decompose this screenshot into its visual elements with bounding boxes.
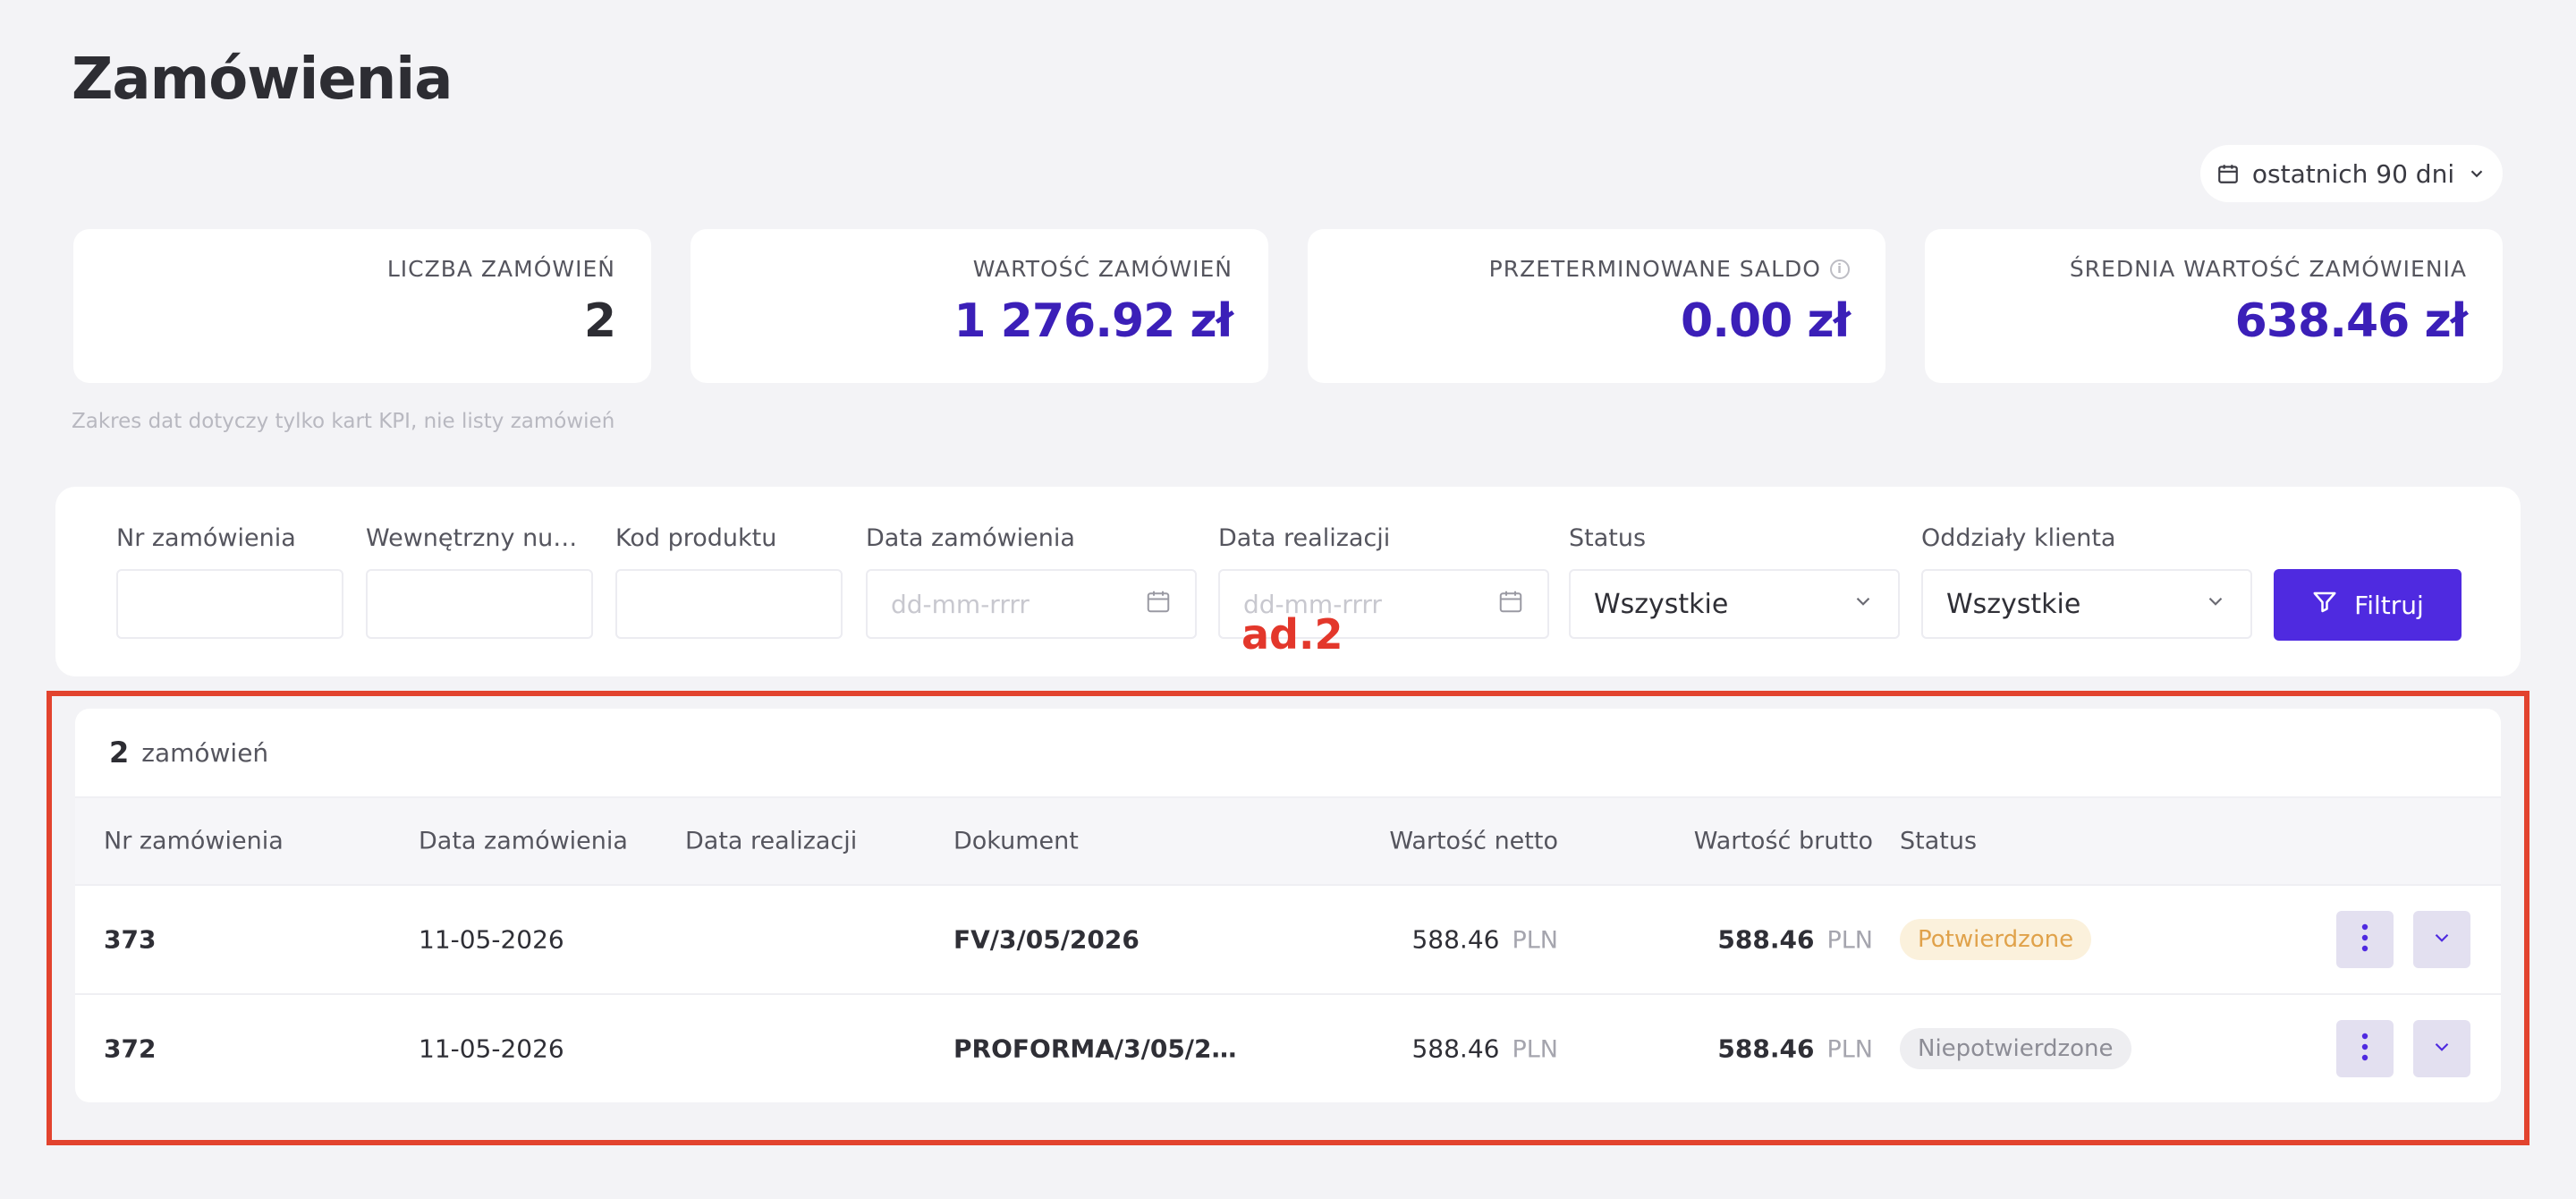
filter-label-status: Status [1569, 524, 1647, 552]
filter-label-product-code: Kod produktu [615, 524, 777, 552]
gross-value: 588.46 PLN [1717, 924, 1873, 955]
funnel-icon [2311, 589, 2338, 622]
order-number: 373 [104, 924, 157, 955]
order-date: 11-05-2026 [419, 1033, 564, 1064]
order-date-placeholder: dd-mm-rrrr [891, 589, 1030, 619]
kpi-value: 1 276.92 zł [953, 294, 1233, 348]
status-select-value: Wszystkie [1594, 588, 1729, 620]
kpi-card-average-order-value: ŚREDNIA WARTOŚĆ ZAMÓWIENIA 638.46 zł [1925, 229, 2503, 383]
kpi-card-overdue-balance: PRZETERMINOWANE SALDO i 0.00 zł [1308, 229, 1885, 383]
kebab-menu-icon [2360, 923, 2369, 957]
column-header-order-no[interactable]: Nr zamówienia [104, 828, 284, 855]
filter-label-order-no: Nr zamówienia [116, 524, 296, 552]
chevron-down-icon [1852, 590, 1875, 619]
kebab-menu-icon [2360, 1032, 2369, 1066]
kpi-value: 0.00 zł [1681, 294, 1851, 348]
branches-select-value: Wszystkie [1946, 588, 2081, 620]
chevron-down-icon [2430, 926, 2453, 953]
kpi-note: Zakres dat dotyczy tylko kart KPI, nie l… [72, 410, 615, 433]
column-header-net-value[interactable]: Wartość netto [1389, 828, 1558, 855]
product-code-input[interactable] [615, 569, 843, 639]
filter-label-branches: Oddziały klienta [1921, 524, 2116, 552]
kpi-card-order-count: LICZBA ZAMÓWIEŃ 2 [73, 229, 651, 383]
table-header: Nr zamówienia Data zamówienia Data reali… [75, 796, 2501, 884]
calendar-icon[interactable] [1497, 588, 1524, 621]
date-range-selector[interactable]: ostatnich 90 dni [2200, 145, 2503, 202]
page-title: Zamówienia [72, 47, 453, 113]
table-row[interactable]: 373 11-05-2026 FV/3/05/2026 588.46 PLN 58… [75, 884, 2501, 993]
annotation-label: ad.2 [1241, 610, 1343, 659]
filter-label-internal-no: Wewnętrzny num… [366, 524, 593, 552]
status-badge: Niepotwierdzone [1900, 1028, 2131, 1069]
order-number: 372 [104, 1033, 157, 1064]
document-link[interactable]: FV/3/05/2026 [953, 925, 1140, 955]
chevron-down-icon [2430, 1035, 2453, 1062]
more-actions-button[interactable] [2336, 911, 2394, 968]
kpi-value: 638.46 zł [2234, 294, 2468, 348]
column-header-order-date[interactable]: Data zamówienia [419, 828, 628, 855]
net-value: 588.46 PLN [1411, 924, 1558, 955]
expand-row-button[interactable] [2413, 1020, 2470, 1077]
filter-label-order-date: Data zamówienia [866, 524, 1075, 552]
gross-value: 588.46 PLN [1717, 1033, 1873, 1064]
branches-select[interactable]: Wszystkie [1921, 569, 2252, 639]
orders-count: 2 zamówień [75, 709, 2501, 796]
calendar-icon [2216, 162, 2240, 185]
kpi-value: 2 [583, 294, 616, 348]
order-date-input[interactable]: dd-mm-rrrr [866, 569, 1197, 639]
filter-button[interactable]: Filtruj [2274, 569, 2462, 641]
kpi-card-order-value: WARTOŚĆ ZAMÓWIEŃ 1 276.92 zł [691, 229, 1268, 383]
calendar-icon[interactable] [1145, 588, 1172, 621]
kpi-label: WARTOŚĆ ZAMÓWIEŃ [972, 256, 1233, 282]
status-select[interactable]: Wszystkie [1569, 569, 1900, 639]
chevron-down-icon [2204, 590, 2227, 619]
document-link[interactable]: PROFORMA/3/05/2… [953, 1034, 1237, 1064]
column-header-realization-date[interactable]: Data realizacji [685, 828, 857, 855]
kpi-label: LICZBA ZAMÓWIEŃ [386, 256, 615, 282]
date-range-label: ostatnich 90 dni [2251, 158, 2455, 189]
orders-count-number: 2 [109, 736, 130, 770]
table-row[interactable]: 372 11-05-2026 PROFORMA/3/05/2… 588.46 PL… [75, 993, 2501, 1102]
column-header-document[interactable]: Dokument [953, 828, 1079, 855]
orders-list: 2 zamówień Nr zamówienia Data zamówienia… [75, 709, 2501, 1102]
chevron-down-icon [2467, 164, 2487, 183]
more-actions-button[interactable] [2336, 1020, 2394, 1077]
kpi-label: PRZETERMINOWANE SALDO [1488, 256, 1821, 282]
column-header-status[interactable]: Status [1900, 828, 1977, 855]
net-value: 588.46 PLN [1411, 1033, 1558, 1064]
order-date: 11-05-2026 [419, 924, 564, 955]
filter-button-label: Filtruj [2354, 590, 2424, 620]
kpi-label: ŚREDNIA WARTOŚĆ ZAMÓWIENIA [2069, 256, 2467, 282]
expand-row-button[interactable] [2413, 911, 2470, 968]
order-number-input[interactable] [116, 569, 343, 639]
info-icon[interactable]: i [1830, 259, 1850, 279]
filter-label-realization-date: Data realizacji [1218, 524, 1391, 552]
internal-number-input[interactable] [366, 569, 593, 639]
column-header-gross-value[interactable]: Wartość brutto [1694, 828, 1873, 855]
orders-count-label: zamówień [141, 737, 269, 768]
status-badge: Potwierdzone [1900, 919, 2092, 960]
